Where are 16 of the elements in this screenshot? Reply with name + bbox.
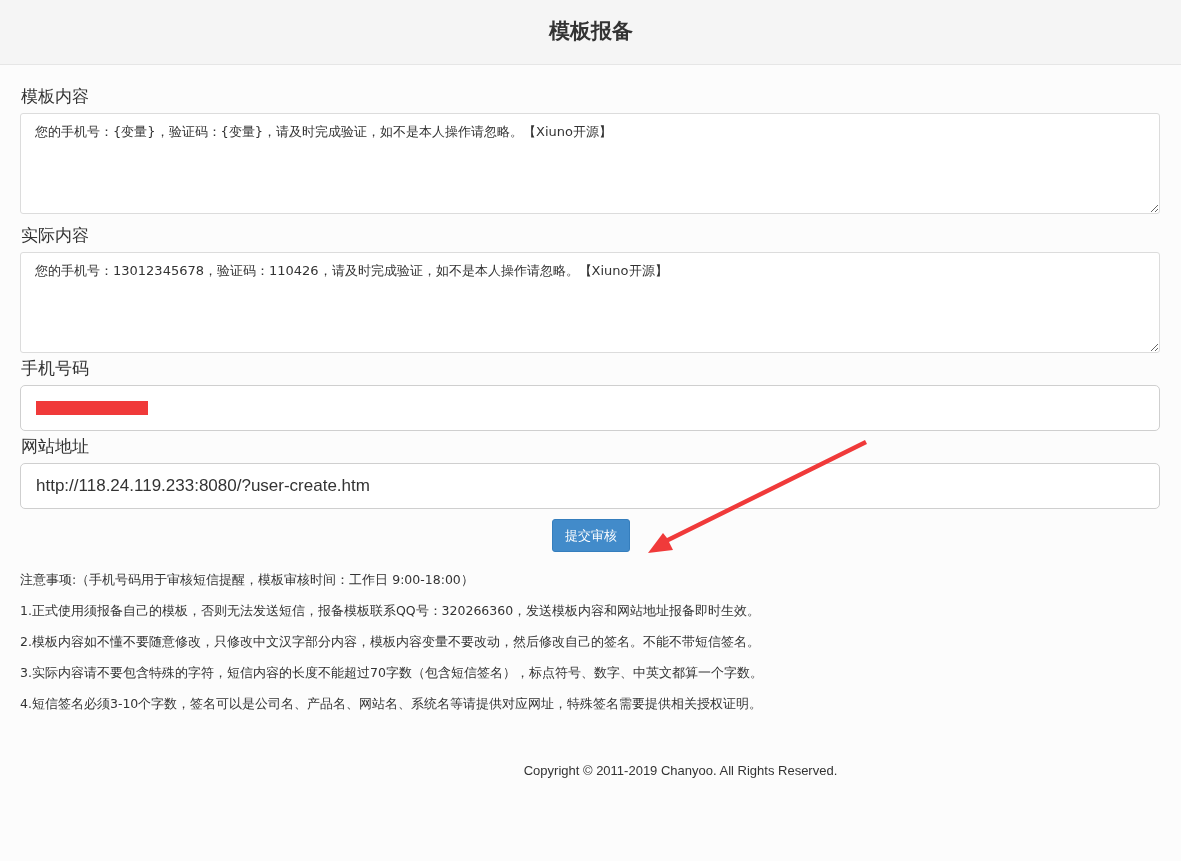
- note-text: 注意事项:（手机号码用于审核短信提醒，模板审核时间：工作日 9:00-18:00）: [20, 571, 475, 589]
- note-text: 1.正式使用须报备自己的模板，否则无法发送短信，报备模板联系QQ号：320266360，发送模板内容和网站地址报备即时生效。: [20, 602, 762, 620]
- note-text: 4.短信签名必须3-10个字数，签名可以是公司名、产品名、网站名、系统名等请提供对应网址，特殊签名需要提供相关授权证明。: [20, 695, 764, 713]
- url-input-field[interactable]: http://118.24.119.233:8080/?user-create.htm: [20, 463, 1160, 509]
- note-text: 3.实际内容请不要包含特殊的字符，短信内容的长度不能超过70字数（包含短信签名），标点符号、数字、中英文都算一个字数。: [20, 664, 764, 682]
- field-label: 网站地址: [21, 435, 90, 458]
- phone-input-field[interactable]: [20, 385, 1160, 431]
- message-textarea[interactable]: 您的手机号：13012345678，验证码：110426，请及时完成验证，如不是本人操作请忽略。【Xiuno开源】: [20, 252, 1160, 353]
- page-title: 模板报备: [548, 18, 633, 46]
- copyright-text: Copyright © 2011-2019 Chanyoo. All Rights Reserved.: [523, 762, 838, 780]
- field-label: 手机号码: [21, 357, 90, 380]
- field-label: 模板内容: [21, 85, 90, 108]
- message-textarea[interactable]: 您的手机号：{变量}，验证码：{变量}，请及时完成验证，如不是本人操作请忽略。【Xiuno开源】: [20, 113, 1160, 214]
- submit-button[interactable]: 提交审核: [551, 519, 630, 552]
- note-text: 2.模板内容如不懂不要随意修改，只修改中文汉字部分内容，模板内容变量不要改动，然后修改自己的签名。不能不带短信签名。: [20, 633, 761, 651]
- field-label: 实际内容: [21, 224, 90, 247]
